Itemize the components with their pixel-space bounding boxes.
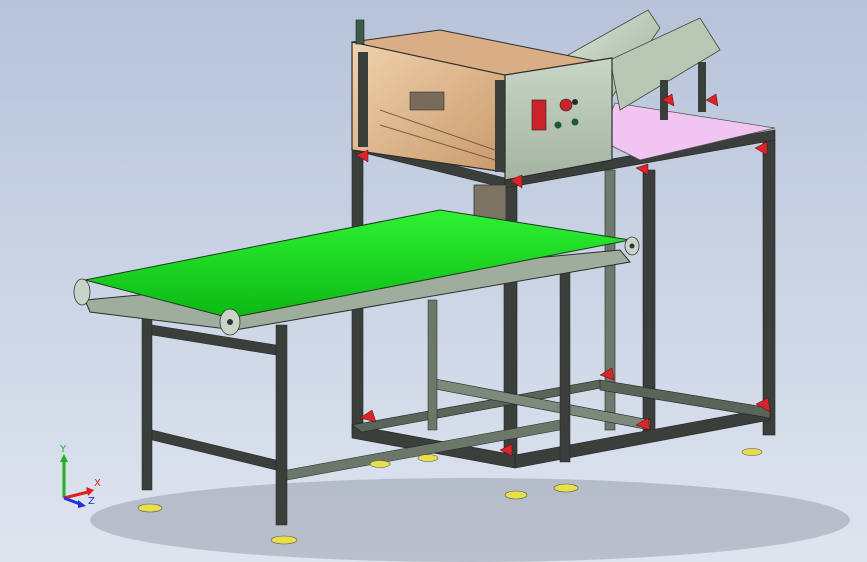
axis-z-label: Z <box>88 496 95 507</box>
axis-y-label: Y <box>59 444 67 455</box>
signal-tower <box>355 19 365 45</box>
ground-shadow <box>90 478 850 562</box>
cutting-head <box>473 184 507 222</box>
control-panel <box>504 57 613 181</box>
axis-x-label: X <box>94 478 101 489</box>
coordinate-triad-icon: Y X Z <box>50 440 110 510</box>
emergency-stop-icon <box>559 98 573 112</box>
conveyor-machine-model <box>73 9 850 562</box>
power-switch-icon <box>531 99 547 131</box>
cad-viewport[interactable]: Y X Z <box>0 0 867 562</box>
